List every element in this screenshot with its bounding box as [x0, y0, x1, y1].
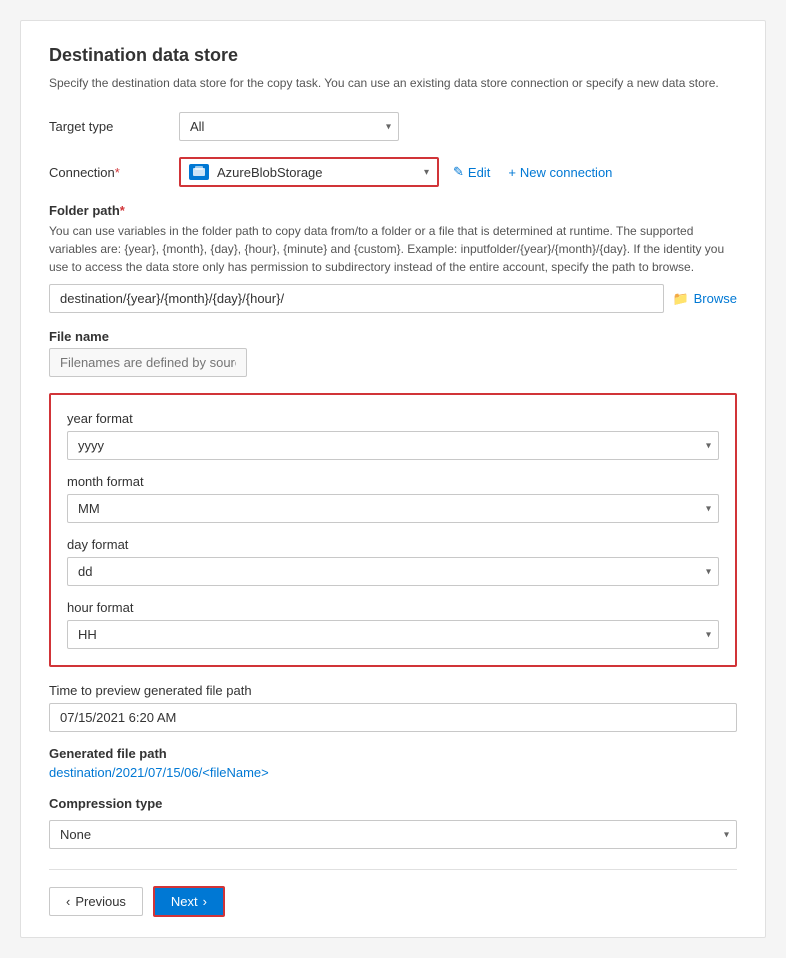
- azure-blob-storage-icon: [189, 164, 209, 180]
- year-format-select[interactable]: yyyy yy: [67, 431, 719, 460]
- folder-icon: 📁: [672, 291, 688, 307]
- folder-path-input-row: 📁 Browse: [49, 284, 737, 313]
- day-format-label: day format: [67, 537, 719, 552]
- page-title: Destination data store: [49, 45, 737, 66]
- day-format-select[interactable]: dd d: [67, 557, 719, 586]
- year-format-row: year format yyyy yy ▾: [67, 411, 719, 460]
- target-type-select-wrapper[interactable]: All ▾: [179, 112, 399, 141]
- generated-path-value: destination/2021/07/15/06/<fileName>: [49, 765, 737, 780]
- year-format-select-wrapper[interactable]: yyyy yy ▾: [67, 431, 719, 460]
- folder-path-description: You can use variables in the folder path…: [49, 222, 737, 276]
- format-section: year format yyyy yy ▾ month format MM M …: [49, 393, 737, 667]
- destination-data-store-panel: Destination data store Specify the desti…: [20, 20, 766, 938]
- chevron-right-icon: ›: [203, 894, 207, 909]
- time-preview-label: Time to preview generated file path: [49, 683, 737, 698]
- target-type-row: Target type All ▾: [49, 112, 737, 141]
- day-format-row: day format dd d ▾: [67, 537, 719, 586]
- month-format-row: month format MM M ▾: [67, 474, 719, 523]
- file-name-input[interactable]: [49, 348, 247, 377]
- connection-wrapper: AzureBlobStorage ▾ ✎ Edit + New connecti…: [179, 157, 737, 187]
- chevron-left-icon: ‹: [66, 894, 70, 909]
- month-format-label: month format: [67, 474, 719, 489]
- footer: ‹ Previous Next ›: [49, 869, 737, 917]
- year-format-label: year format: [67, 411, 719, 426]
- browse-button[interactable]: 📁 Browse: [672, 291, 737, 307]
- previous-button[interactable]: ‹ Previous: [49, 887, 143, 916]
- month-format-select-wrapper[interactable]: MM M ▾: [67, 494, 719, 523]
- folder-path-label: Folder path*: [49, 203, 737, 218]
- generated-path-section: Generated file path destination/2021/07/…: [49, 746, 737, 780]
- connection-control: AzureBlobStorage ▾ ✎ Edit + New connecti…: [179, 157, 737, 187]
- hour-format-row: hour format HH H hh ▾: [67, 600, 719, 649]
- target-type-control: All ▾: [179, 112, 737, 141]
- target-type-select[interactable]: All: [179, 112, 399, 141]
- new-connection-button[interactable]: + New connection: [504, 161, 616, 184]
- page-subtitle: Specify the destination data store for t…: [49, 74, 737, 92]
- target-type-label: Target type: [49, 119, 179, 134]
- folder-path-section: Folder path* You can use variables in th…: [49, 203, 737, 313]
- compression-select-wrapper[interactable]: None GZip Deflate BZip2 ▾: [49, 820, 737, 849]
- file-name-section: File name: [49, 329, 737, 377]
- next-button[interactable]: Next ›: [153, 886, 225, 917]
- connection-chevron-icon: ▾: [424, 167, 429, 178]
- compression-section: Compression type None GZip Deflate BZip2…: [49, 796, 737, 849]
- file-name-label: File name: [49, 329, 737, 344]
- connection-select-box[interactable]: AzureBlobStorage ▾: [179, 157, 439, 187]
- connection-row: Connection* AzureBlobStorage ▾ ✎ Edit: [49, 157, 737, 187]
- month-format-select[interactable]: MM M: [67, 494, 719, 523]
- hour-format-select[interactable]: HH H hh: [67, 620, 719, 649]
- compression-label: Compression type: [49, 796, 737, 811]
- time-preview-input[interactable]: [49, 703, 737, 732]
- connection-name: AzureBlobStorage: [217, 165, 416, 180]
- folder-path-input[interactable]: [49, 284, 664, 313]
- pencil-icon: ✎: [453, 164, 464, 180]
- edit-button[interactable]: ✎ Edit: [449, 160, 494, 184]
- connection-label: Connection*: [49, 165, 179, 180]
- time-preview-section: Time to preview generated file path: [49, 683, 737, 732]
- hour-format-select-wrapper[interactable]: HH H hh ▾: [67, 620, 719, 649]
- compression-select[interactable]: None GZip Deflate BZip2: [49, 820, 737, 849]
- hour-format-label: hour format: [67, 600, 719, 615]
- plus-icon: +: [508, 165, 516, 180]
- generated-path-label: Generated file path: [49, 746, 737, 761]
- day-format-select-wrapper[interactable]: dd d ▾: [67, 557, 719, 586]
